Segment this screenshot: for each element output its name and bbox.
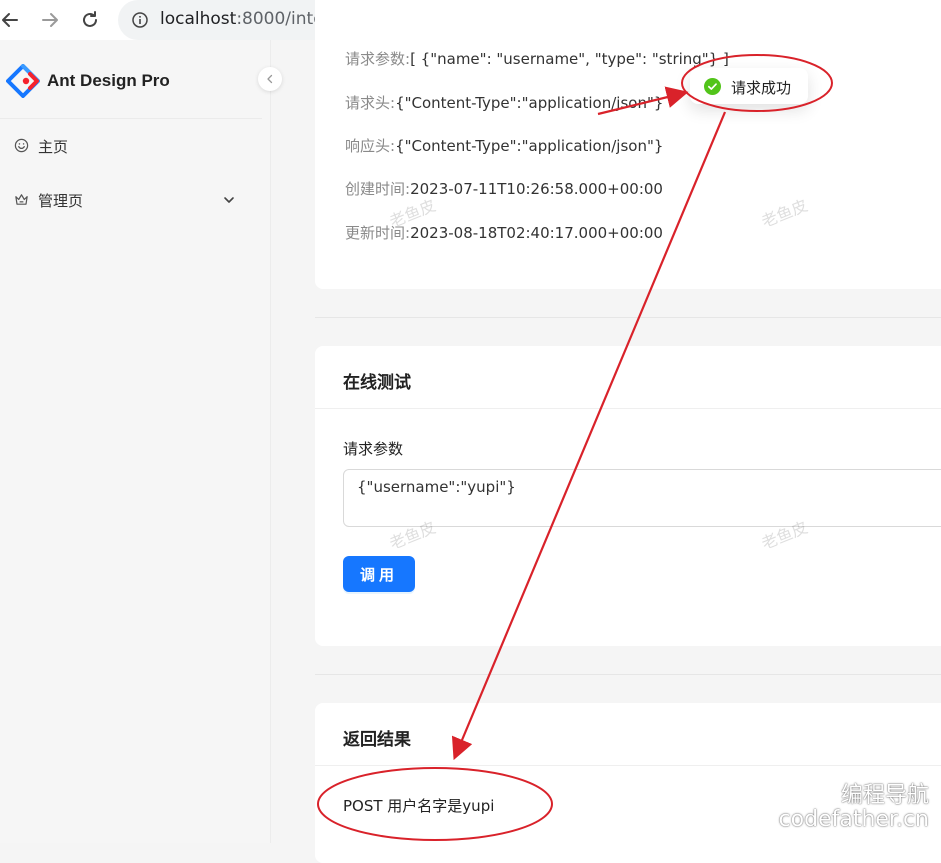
brand-header: Ant Design Pro [0,40,262,119]
reload-icon[interactable] [76,6,104,34]
site-info-icon[interactable] [132,12,148,32]
chevron-down-icon [222,192,236,211]
back-arrow-icon[interactable] [0,6,24,34]
sidebar-item-admin[interactable]: 管理页 [0,180,262,220]
interface-details-card: 请求参数:[ {"name": "username", "type": "str… [315,0,941,289]
detail-value: {"Content-Type":"application/json"} [395,94,664,112]
online-test-card: 在线测试 请求参数 {"username":"yupi"} 调用 [315,346,941,646]
detail-row-created-time: 创建时间:2023-07-11T10:26:58.000+00:00 [345,178,663,199]
toast-message: 请求成功 [731,79,792,97]
result-title: 返回结果 [343,730,411,750]
sidebar: Ant Design Pro 主页 管理页 [0,40,282,843]
detail-row-request-params: 请求参数:[ {"name": "username", "type": "str… [345,48,729,69]
request-params-label: 请求参数 [343,440,404,458]
detail-value: [ {"name": "username", "type": "string"}… [410,50,729,68]
sidebar-item-label: 主页 [38,138,69,156]
detail-label: 请求头: [345,94,396,112]
detail-value: 2023-08-18T02:40:17.000+00:00 [410,224,663,242]
sidebar-item-label: 管理页 [38,192,84,210]
forward-arrow-icon[interactable] [36,6,64,34]
detail-label: 创建时间: [345,180,411,198]
smile-icon [14,138,29,157]
card-header-divider [315,765,941,766]
url-host: localhost [160,9,237,29]
card-header-divider [315,408,941,409]
detail-row-response-header: 响应头:{"Content-Type":"application/json"} [345,135,663,156]
crown-icon [14,192,29,211]
detail-value: {"Content-Type":"application/json"} [395,137,664,155]
online-test-title: 在线测试 [343,373,411,393]
sidebar-collapse-button[interactable] [258,67,282,91]
success-toast: 请求成功 [690,68,808,104]
detail-label: 响应头: [345,137,396,155]
chevron-left-icon [267,74,273,84]
detail-value: 2023-07-11T10:26:58.000+00:00 [410,180,663,198]
section-divider [315,674,941,675]
detail-row-request-header: 请求头:{"Content-Type":"application/json"} [345,92,663,113]
brand-title: Ant Design Pro [47,71,170,90]
detail-label: 请求参数: [345,50,411,68]
corner-watermark-title: 编程导航 [840,783,929,808]
check-circle-icon [704,78,721,99]
request-params-input[interactable]: {"username":"yupi"} [343,469,941,527]
section-divider [315,317,941,318]
invoke-button[interactable]: 调用 [343,556,415,592]
corner-watermark-url: codefather.cn [778,807,929,832]
sidebar-item-home[interactable]: 主页 [0,126,262,166]
ant-design-logo-icon [6,64,40,102]
result-text: POST 用户名字是yupi [343,797,495,815]
